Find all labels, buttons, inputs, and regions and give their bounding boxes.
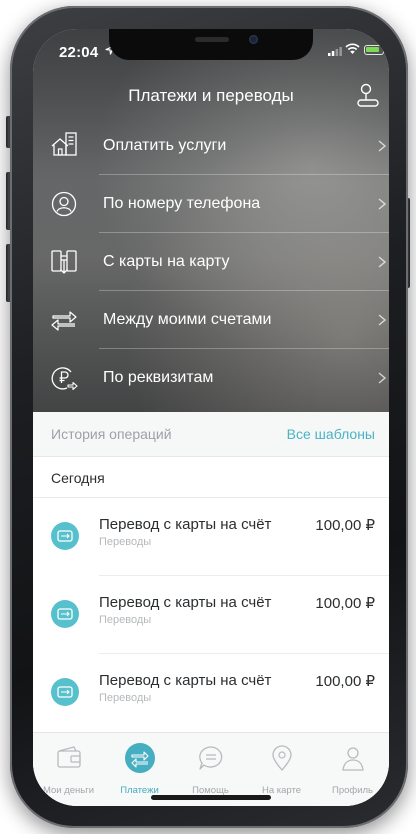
profile-icon: [341, 747, 364, 771]
ruble-transfer-icon: [51, 367, 78, 391]
day-section-header: Сегодня: [33, 457, 389, 498]
transaction-title: Перевод с карты на счёт: [99, 672, 272, 689]
transaction-row[interactable]: Перевод с карты на счёт Переводы 100,00 …: [33, 654, 389, 732]
transaction-amount: 100,00 ₽: [315, 673, 375, 690]
swap-arrows-icon: [51, 311, 77, 331]
cellular-signal-icon: [328, 47, 342, 56]
transaction-row[interactable]: Перевод с карты на счёт Переводы 100,00 …: [33, 576, 389, 654]
page-title: Платежи и переводы: [128, 86, 294, 105]
menu-label: С карты на карту: [103, 253, 230, 270]
tab-label: Профиль: [331, 785, 373, 796]
all-templates-link[interactable]: Все шаблоны: [287, 426, 375, 442]
day-label: Сегодня: [51, 470, 105, 486]
transaction-title: Перевод с карты на счёт: [99, 594, 272, 611]
tab-label: Мои деньги: [42, 785, 95, 796]
phone-contact-icon: [51, 191, 77, 217]
payments-arrow-icon: [124, 743, 155, 773]
house-bill-icon: [51, 132, 77, 156]
wifi-icon: [345, 43, 360, 54]
history-header: История операций Все шаблоны: [33, 412, 389, 457]
transfer-card-icon: [51, 522, 79, 550]
chevron-right-icon: [378, 372, 387, 384]
transfer-card-icon: [51, 678, 79, 706]
app-screen: 22:04 Платежи и переводы Оплатить услуги…: [33, 29, 389, 806]
chevron-right-icon: [378, 256, 387, 268]
transaction-amount: 100,00 ₽: [315, 517, 375, 534]
transaction-category: Переводы: [99, 692, 152, 704]
chevron-right-icon: [378, 198, 387, 210]
notch: [109, 29, 313, 60]
map-pin-icon: [271, 745, 292, 771]
history-title: История операций: [51, 426, 172, 442]
transaction-category: Переводы: [99, 536, 152, 548]
status-time: 22:04: [59, 44, 99, 61]
chat-bubble-icon: [198, 746, 222, 770]
transaction-category: Переводы: [99, 614, 152, 626]
menu-item-pay-services[interactable]: Оплатить услуги: [33, 117, 389, 175]
wallet-icon: [56, 746, 81, 768]
transaction-row[interactable]: Перевод с карты на счёт Переводы 100,00 …: [33, 498, 389, 576]
menu-label: По номеру телефона: [103, 195, 261, 212]
menu-item-by-requisites[interactable]: По реквизитам: [33, 349, 389, 407]
phone-frame: 22:04 Платежи и переводы Оплатить услуги…: [0, 0, 416, 834]
menu-item-by-phone[interactable]: По номеру телефона: [33, 175, 389, 233]
menu-item-between-accounts[interactable]: Между моими счетами: [33, 291, 389, 349]
card-transfer-icon: [51, 250, 77, 274]
home-indicator[interactable]: [151, 795, 271, 800]
menu-label: Между моими счетами: [103, 311, 272, 328]
person-pin-icon[interactable]: [351, 81, 379, 109]
speaker-grille: [195, 37, 229, 42]
transaction-amount: 100,00 ₽: [315, 595, 375, 612]
transfer-card-icon: [51, 600, 79, 628]
battery-icon: [364, 45, 384, 55]
chevron-right-icon: [378, 314, 387, 326]
front-camera: [249, 35, 258, 44]
menu-item-card-to-card[interactable]: С карты на карту: [33, 233, 389, 291]
menu-label: Оплатить услуги: [103, 137, 227, 154]
tab-profile[interactable]: Профиль: [317, 733, 388, 806]
transaction-title: Перевод с карты на счёт: [99, 516, 272, 533]
chevron-right-icon: [378, 140, 387, 152]
tab-my-money[interactable]: Мои деньги: [33, 733, 104, 806]
menu-label: По реквизитам: [103, 369, 214, 386]
